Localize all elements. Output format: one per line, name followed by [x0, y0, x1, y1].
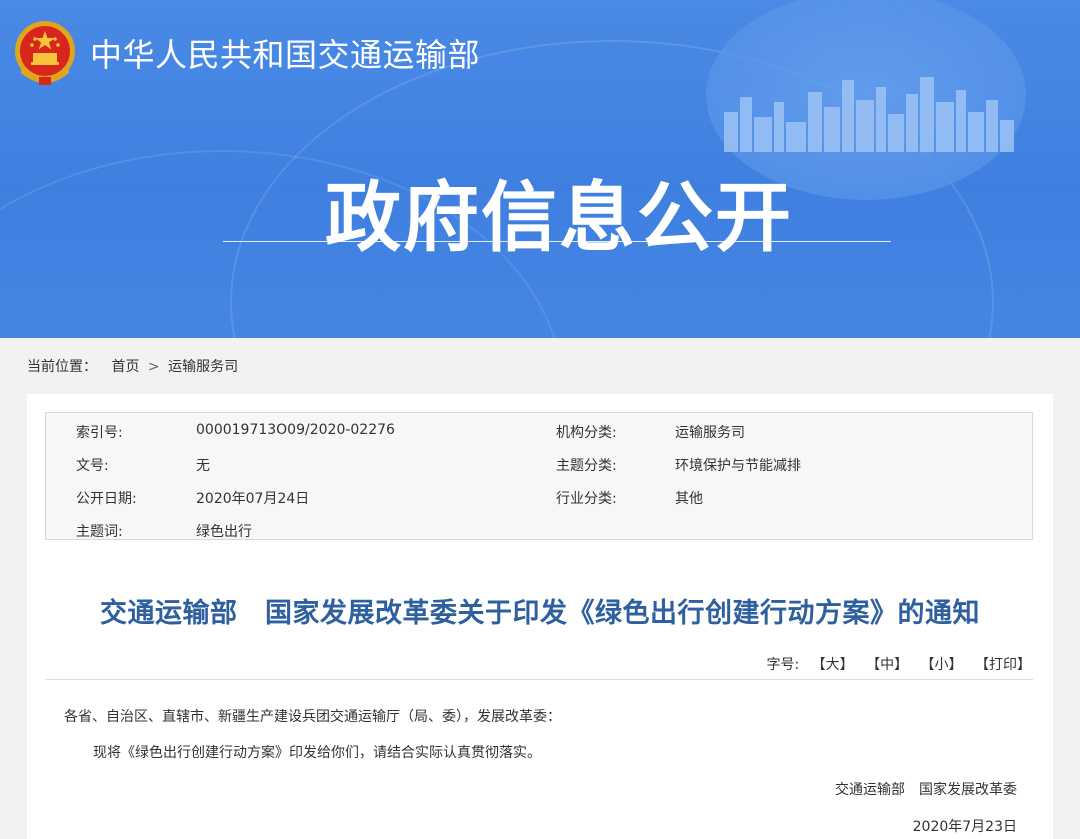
font-size-label: 字号:	[766, 657, 800, 673]
metadata-row: 主题词: 绿色出行	[46, 521, 1032, 545]
keywords-label: 主题词:	[76, 524, 123, 540]
date-value: 2020年07月24日	[196, 491, 310, 507]
index-label: 索引号:	[76, 425, 123, 441]
national-emblem-icon	[15, 21, 75, 85]
sign-date: 2020年7月23日	[912, 819, 1017, 835]
breadcrumb-label: 当前位置：	[27, 359, 97, 375]
org-label: 机构分类:	[556, 425, 617, 441]
industry-value: 其他	[675, 491, 703, 507]
docno-label: 文号:	[76, 458, 109, 474]
font-large-button[interactable]: 【大】	[812, 657, 854, 673]
org-value: 运输服务司	[675, 425, 745, 441]
document-title: 交通运输部 国家发展改革委关于印发《绿色出行创建行动方案》的通知	[100, 598, 980, 629]
breadcrumb-separator: >	[147, 359, 160, 375]
banner-divider	[223, 241, 891, 242]
recipients-text: 各省、自治区、直辖市、新疆生产建设兵团交通运输厅（局、委），发展改革委：	[64, 709, 561, 725]
docno-value: 无	[196, 458, 210, 474]
topic-label: 主题分类:	[556, 458, 617, 474]
index-value: 000019713O09/2020-02276	[196, 422, 395, 438]
header-banner: 中华人民共和国交通运输部 政府信息公开	[0, 0, 1080, 338]
content-divider	[45, 679, 1033, 680]
metadata-row: 索引号: 000019713O09/2020-02276 机构分类: 运输服务司	[46, 422, 1032, 446]
date-label: 公开日期:	[76, 491, 137, 507]
font-medium-button[interactable]: 【中】	[866, 657, 908, 673]
signatories: 交通运输部 国家发展改革委	[835, 782, 1017, 798]
topic-value: 环境保护与节能减排	[675, 458, 801, 474]
metadata-row: 公开日期: 2020年07月24日 行业分类: 其他	[46, 488, 1032, 512]
breadcrumb-item-home[interactable]: 首页	[111, 359, 139, 375]
paragraph-text: 现将《绿色出行创建行动方案》印发给你们，请结合实际认真贯彻落实。	[93, 745, 541, 761]
breadcrumb-item-department[interactable]: 运输服务司	[168, 359, 238, 375]
font-small-button[interactable]: 【小】	[921, 657, 963, 673]
content-panel: 索引号: 000019713O09/2020-02276 机构分类: 运输服务司…	[27, 394, 1053, 839]
metadata-row: 文号: 无 主题分类: 环境保护与节能减排	[46, 455, 1032, 479]
industry-label: 行业分类:	[556, 491, 617, 507]
breadcrumb: 当前位置： 首页 > 运输服务司	[27, 356, 244, 376]
city-skyline-icon	[724, 77, 1014, 152]
keywords-value: 绿色出行	[196, 524, 252, 540]
metadata-table: 索引号: 000019713O09/2020-02276 机构分类: 运输服务司…	[45, 412, 1033, 540]
print-button[interactable]: 【打印】	[975, 657, 1031, 673]
banner-title: 政府信息公开	[325, 173, 793, 262]
font-size-toolbar: 字号: 【大】 【中】 【小】 【打印】	[766, 654, 1031, 674]
ministry-name: 中华人民共和国交通运输部	[90, 36, 481, 74]
